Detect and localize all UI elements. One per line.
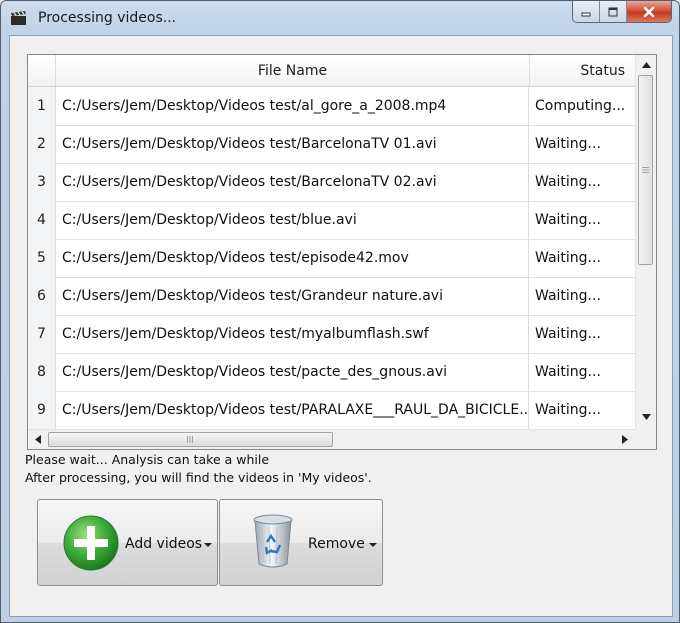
table-row[interactable]: 1 C:/Users/Jem/Desktop/Videos test/al_go… — [28, 87, 635, 126]
status-cell: Waiting... — [535, 136, 601, 152]
table-row[interactable]: 3 C:/Users/Jem/Desktop/Videos test/Barce… — [28, 163, 635, 202]
status-cell: Waiting... — [535, 402, 601, 418]
scroll-down-button[interactable] — [637, 408, 655, 426]
close-icon — [643, 6, 655, 17]
table-body: 1 C:/Users/Jem/Desktop/Videos test/al_go… — [28, 87, 635, 429]
status-cell: Waiting... — [535, 250, 601, 266]
dropdown-arrow-icon[interactable] — [204, 543, 212, 547]
status-cell: Waiting... — [535, 288, 601, 304]
file-name-cell: C:/Users/Jem/Desktop/Videos test/Grandeu… — [56, 277, 529, 315]
row-number-header[interactable] — [28, 55, 56, 86]
status-cell: Waiting... — [535, 364, 601, 380]
status-header[interactable]: Status — [530, 55, 635, 86]
table-row[interactable]: 6 C:/Users/Jem/Desktop/Videos test/Grand… — [28, 277, 635, 316]
row-number: 3 — [28, 163, 56, 201]
file-name-cell: C:/Users/Jem/Desktop/Videos test/episode… — [56, 239, 529, 277]
status-cell: Computing... — [535, 98, 626, 114]
status-cell: Waiting... — [535, 212, 601, 228]
output-location-message: After processing, you will find the vide… — [25, 470, 372, 485]
row-number: 1 — [28, 87, 56, 125]
title-bar[interactable]: Processing videos... — [1, 1, 679, 35]
table-row[interactable]: 9 C:/Users/Jem/Desktop/Videos test/PARAL… — [28, 391, 635, 429]
scroll-left-button[interactable] — [29, 430, 47, 448]
row-number: 2 — [28, 125, 56, 163]
grip-icon — [187, 436, 193, 443]
arrow-down-icon — [641, 414, 651, 420]
file-name-cell: C:/Users/Jem/Desktop/Videos test/Barcelo… — [56, 163, 529, 201]
window-controls — [572, 1, 672, 23]
arrow-right-icon — [622, 434, 628, 444]
table-row[interactable]: 2 C:/Users/Jem/Desktop/Videos test/Barce… — [28, 125, 635, 164]
arrow-up-icon — [641, 62, 651, 68]
arrow-left-icon — [35, 434, 41, 444]
file-name-cell: C:/Users/Jem/Desktop/Videos test/PARALAX… — [56, 391, 529, 429]
add-icon — [63, 515, 119, 571]
dialog-client-area: File Name Status 1 C:/Users/Jem/Desktop/… — [9, 35, 673, 617]
recycle-bin-icon — [253, 514, 293, 568]
maximize-button[interactable] — [600, 1, 627, 22]
row-number: 4 — [28, 201, 56, 239]
remove-button[interactable]: Remove — [219, 499, 383, 586]
vertical-scroll-thumb[interactable] — [638, 75, 653, 265]
horizontal-scroll-thumb[interactable] — [48, 432, 333, 447]
row-number: 6 — [28, 277, 56, 315]
video-table: File Name Status 1 C:/Users/Jem/Desktop/… — [27, 54, 657, 450]
row-number: 7 — [28, 315, 56, 353]
horizontal-scrollbar[interactable] — [28, 429, 635, 449]
close-button[interactable] — [627, 1, 671, 22]
table-row[interactable]: 8 C:/Users/Jem/Desktop/Videos test/pacte… — [28, 353, 635, 392]
file-name-cell: C:/Users/Jem/Desktop/Videos test/blue.av… — [56, 201, 529, 239]
table-row[interactable]: 5 C:/Users/Jem/Desktop/Videos test/episo… — [28, 239, 635, 278]
file-name-cell: C:/Users/Jem/Desktop/Videos test/pacte_d… — [56, 353, 529, 391]
vertical-scrollbar[interactable] — [635, 55, 656, 429]
table-header: File Name Status — [28, 55, 635, 87]
table-row[interactable]: 7 C:/Users/Jem/Desktop/Videos test/myalb… — [28, 315, 635, 354]
dropdown-arrow-icon[interactable] — [369, 543, 377, 547]
status-cell: Waiting... — [535, 326, 601, 342]
add-videos-label: Add videos — [125, 536, 203, 552]
window-title: Processing videos... — [38, 10, 177, 26]
row-number: 5 — [28, 239, 56, 277]
status-cell: Waiting... — [535, 174, 601, 190]
scroll-up-button[interactable] — [637, 56, 655, 74]
main-window: Processing videos... File Name Status 1 … — [0, 0, 680, 623]
scroll-corner — [635, 429, 656, 449]
add-videos-button[interactable]: Add videos — [37, 499, 218, 586]
row-number: 9 — [28, 391, 56, 429]
remove-label: Remove — [308, 536, 365, 552]
row-number: 8 — [28, 353, 56, 391]
grip-icon — [642, 167, 649, 173]
scroll-right-button[interactable] — [616, 430, 634, 448]
file-name-header[interactable]: File Name — [56, 55, 530, 86]
file-name-cell: C:/Users/Jem/Desktop/Videos test/al_gore… — [56, 87, 529, 125]
minimize-button[interactable] — [573, 1, 600, 22]
maximize-icon — [608, 7, 618, 16]
table-row[interactable]: 4 C:/Users/Jem/Desktop/Videos test/blue.… — [28, 201, 635, 240]
file-name-cell: C:/Users/Jem/Desktop/Videos test/myalbum… — [56, 315, 529, 353]
wait-message: Please wait... Analysis can take a while — [25, 452, 270, 467]
clapperboard-icon — [11, 11, 26, 25]
minimize-icon — [581, 12, 591, 16]
file-name-cell: C:/Users/Jem/Desktop/Videos test/Barcelo… — [56, 125, 529, 163]
